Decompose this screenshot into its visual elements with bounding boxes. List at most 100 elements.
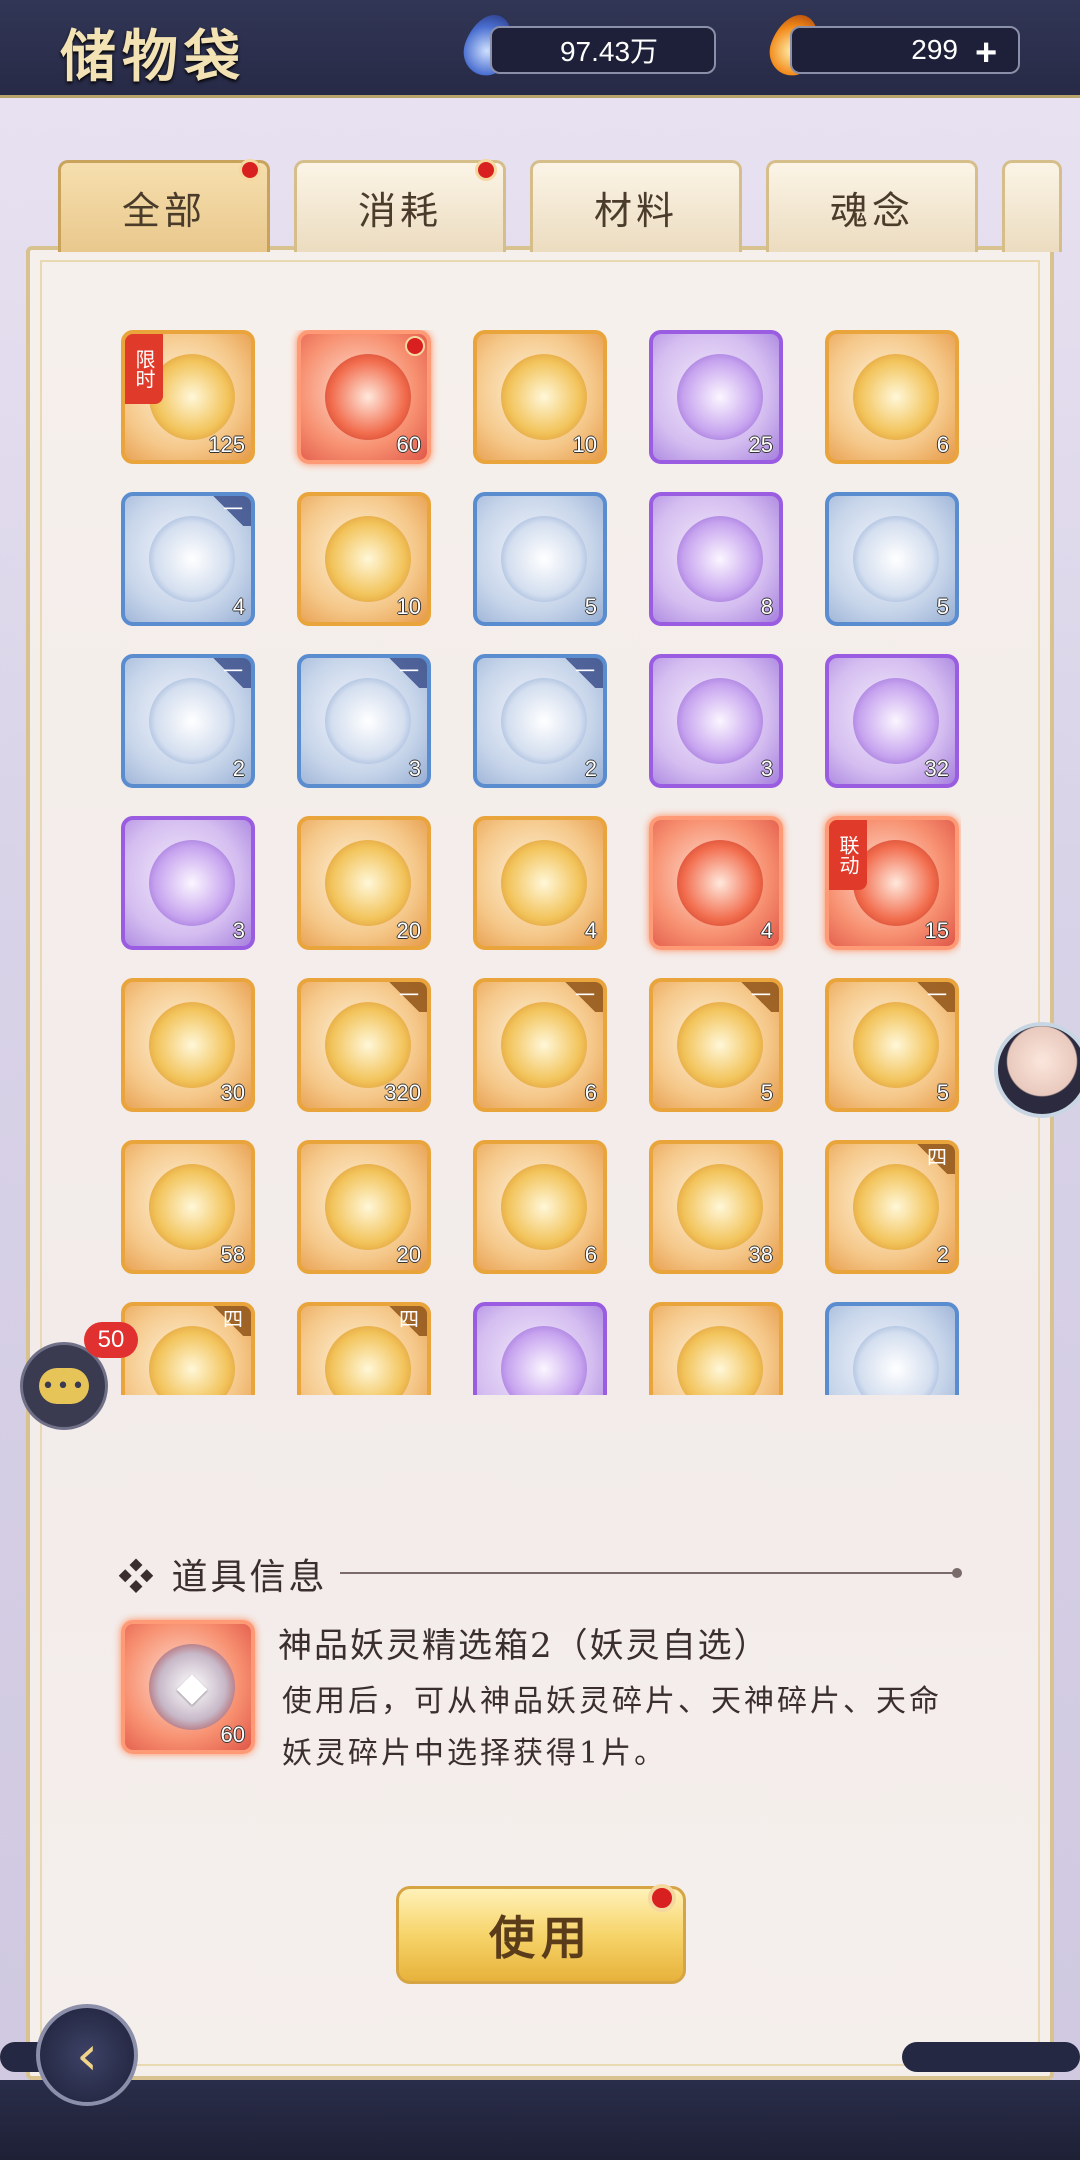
item-icon	[677, 516, 763, 602]
tab-notification-dot	[239, 159, 261, 181]
item-count: 58	[220, 1242, 245, 1267]
item-notification-dot	[405, 336, 425, 356]
inventory-item[interactable]: 38	[649, 1140, 783, 1274]
item-icon	[325, 678, 411, 764]
item-icon	[325, 516, 411, 602]
inventory-item[interactable]: 58	[121, 1140, 255, 1274]
item-tier-badge: 一	[733, 982, 779, 1012]
back-button[interactable]: ‹	[36, 2004, 138, 2106]
inventory-item[interactable]: 一5	[649, 978, 783, 1112]
item-count: 4	[232, 594, 245, 619]
tab-1[interactable]: 消耗	[294, 159, 506, 252]
item-count: 32	[924, 756, 949, 781]
tab-overflow[interactable]	[1002, 160, 1062, 252]
chat-unread-badge: 50	[84, 1322, 138, 1358]
inventory-item[interactable]: 四	[121, 1302, 255, 1395]
inventory-item[interactable]: 25	[649, 330, 783, 464]
inventory-item[interactable]: 20	[297, 1140, 431, 1274]
tab-notification-dot	[475, 159, 497, 181]
tab-2[interactable]: 材料	[530, 160, 742, 252]
inventory-item[interactable]: 20	[297, 816, 431, 950]
inventory-item[interactable]: 一2	[121, 654, 255, 788]
tab-0[interactable]: 全部	[58, 159, 270, 252]
inventory-item[interactable]: 10	[473, 330, 607, 464]
inventory-item[interactable]: 8	[649, 492, 783, 626]
item-icon	[853, 1326, 939, 1395]
inventory-item[interactable]: 6	[473, 1140, 607, 1274]
item-icon	[501, 1326, 587, 1395]
chat-bubble-icon: •••	[39, 1368, 89, 1404]
item-icon	[149, 516, 235, 602]
item-count: 4	[584, 918, 597, 943]
item-icon	[677, 1164, 763, 1250]
inventory-item[interactable]	[649, 1302, 783, 1395]
item-icon	[501, 354, 587, 440]
inventory-item[interactable]: 6	[825, 330, 959, 464]
item-icon	[149, 1326, 235, 1395]
item-grid[interactable]: 限时 125 60 10 25 6 一 4 10 5 8 5 一 2 一 3 一 2 3 32 3 20 4 4 联动 15 30 一…	[121, 330, 961, 1395]
item-tier-badge: 一	[205, 658, 251, 688]
item-tag: 联动	[829, 820, 867, 890]
inventory-item[interactable]: 限时 125	[121, 330, 255, 464]
item-count: 6	[936, 432, 949, 457]
item-icon	[677, 840, 763, 926]
selected-item-count: 60	[220, 1722, 245, 1747]
inventory-item[interactable]: 四	[297, 1302, 431, 1395]
inventory-item[interactable]: 10	[297, 492, 431, 626]
item-tier-badge: 一	[557, 982, 603, 1012]
item-count: 4	[760, 918, 773, 943]
inventory-item[interactable]: 60	[297, 330, 431, 464]
item-icon	[325, 1002, 411, 1088]
inventory-item[interactable]: 联动 15	[825, 816, 959, 950]
item-count: 5	[936, 1080, 949, 1105]
item-box-icon: ◆	[149, 1644, 235, 1730]
item-tier-badge: 一	[381, 658, 427, 688]
item-icon	[149, 840, 235, 926]
inventory-item[interactable]: 4	[473, 816, 607, 950]
inventory-item[interactable]: 5	[473, 492, 607, 626]
item-info-header: ❖ 道具信息	[118, 1557, 328, 1598]
divider	[340, 1568, 962, 1578]
tab-3[interactable]: 魂念	[766, 160, 978, 252]
item-tier-badge: 一	[909, 982, 955, 1012]
inventory-item[interactable]	[473, 1302, 607, 1395]
add-currency-button[interactable]: +	[975, 32, 997, 75]
item-icon	[853, 516, 939, 602]
inventory-item[interactable]: 3	[649, 654, 783, 788]
item-icon	[677, 678, 763, 764]
item-count: 6	[584, 1080, 597, 1105]
bottom-decor-right	[902, 2042, 1080, 2072]
inventory-item[interactable]: 一4	[121, 492, 255, 626]
inventory-item[interactable]: 一2	[473, 654, 607, 788]
item-count: 5	[584, 594, 597, 619]
use-button[interactable]: 使用	[396, 1886, 686, 1984]
inventory-item[interactable]: 一 320	[297, 978, 431, 1112]
inventory-item[interactable]: 3	[121, 816, 255, 950]
item-tier-badge: 四	[381, 1306, 427, 1336]
item-icon	[677, 1002, 763, 1088]
currency-jade[interactable]: 97.43万	[490, 26, 716, 74]
inventory-item[interactable]: 32	[825, 654, 959, 788]
inventory-item[interactable]: 4	[649, 816, 783, 950]
inventory-item[interactable]: 一6	[473, 978, 607, 1112]
item-tag: 限时	[125, 334, 163, 404]
inventory-item[interactable]: 5	[825, 492, 959, 626]
item-count: 3	[760, 756, 773, 781]
item-name: 神品妖灵精选箱2（妖灵自选）	[278, 1626, 770, 1666]
item-icon	[149, 1002, 235, 1088]
tab-label: 魂念	[829, 189, 914, 233]
item-icon	[325, 840, 411, 926]
inventory-item[interactable]: 30	[121, 978, 255, 1112]
back-arrow-icon: ‹	[76, 2023, 98, 2087]
item-count: 10	[396, 594, 421, 619]
item-count: 10	[572, 432, 597, 457]
inventory-item[interactable]: 一3	[297, 654, 431, 788]
inventory-item[interactable]: 一5	[825, 978, 959, 1112]
inventory-item[interactable]: 四2	[825, 1140, 959, 1274]
selected-item-icon: ◆ 60	[121, 1620, 255, 1754]
item-count: 2	[584, 756, 597, 781]
inventory-item[interactable]	[825, 1302, 959, 1395]
item-icon	[853, 354, 939, 440]
companion-avatar[interactable]	[994, 1022, 1080, 1118]
item-count: 3	[232, 918, 245, 943]
